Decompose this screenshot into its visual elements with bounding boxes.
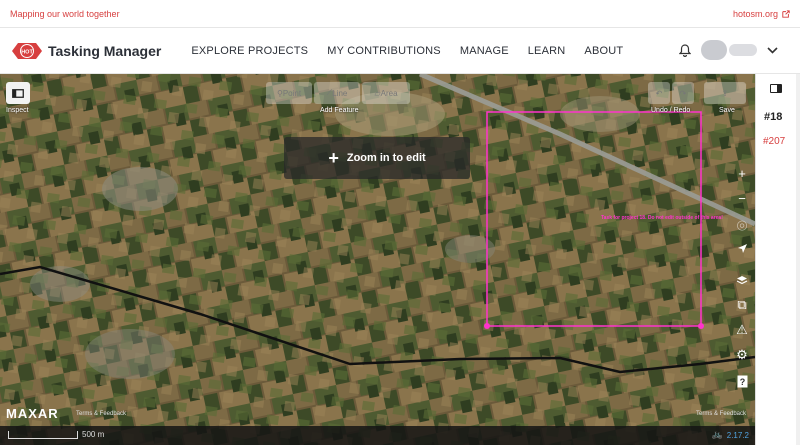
geolocate-button[interactable] xyxy=(731,237,753,259)
issues-button[interactable]: ⚠ xyxy=(731,319,753,341)
nav-manage[interactable]: MANAGE xyxy=(460,45,509,57)
undo-redo-label: Undo / Redo xyxy=(651,107,691,114)
redo-icon: ↷ xyxy=(679,88,687,98)
save-button[interactable]: ⇪ xyxy=(704,82,746,104)
redo-button[interactable]: ↷ xyxy=(672,82,694,104)
line-tool-label: Line xyxy=(332,88,348,98)
nav-my-contributions[interactable]: MY CONTRIBUTIONS xyxy=(327,45,441,57)
project-id: #18 xyxy=(764,111,783,123)
warning-icon: ⚠ xyxy=(736,322,748,337)
task-id[interactable]: #207 xyxy=(763,136,785,147)
sidebar-toggle-icon[interactable] xyxy=(770,84,782,93)
satellite-imagery xyxy=(0,74,755,445)
contributors-icon: 🚲 xyxy=(711,429,723,439)
username-blurred xyxy=(729,44,757,56)
external-link-icon xyxy=(782,9,790,18)
hot-logo-icon: HOT xyxy=(12,42,42,59)
zoom-in-to-edit-button[interactable]: + Zoom in to edit xyxy=(284,137,470,179)
plus-icon: + xyxy=(738,165,746,181)
hotosm-link[interactable]: hotosm.org xyxy=(733,9,790,19)
top-strip: Mapping our world together hotosm.org xyxy=(0,0,800,28)
zoom-in-to-edit-label: Zoom in to edit xyxy=(346,152,426,164)
user-area xyxy=(679,40,778,60)
user-gear-icon: ⚙ xyxy=(736,347,748,362)
version-label[interactable]: 2.17.2 xyxy=(727,431,749,440)
point-tool-label: Point xyxy=(282,88,302,98)
area-tool-label: Area xyxy=(380,88,398,98)
nav-about[interactable]: ABOUT xyxy=(584,45,623,57)
inspect-button[interactable] xyxy=(6,82,30,104)
terms-feedback-left[interactable]: Terms & Feedback xyxy=(76,411,126,417)
zoom-to-selection-button[interactable]: ◎ xyxy=(731,214,753,236)
help-icon: ? xyxy=(737,375,747,387)
scale-label: 500 m xyxy=(82,430,105,439)
logo-text: HOT xyxy=(21,49,33,55)
scale-bar[interactable] xyxy=(8,431,78,439)
map-data-button[interactable]: ⧉ xyxy=(731,294,753,316)
hotosm-link-label: hotosm.org xyxy=(732,8,778,19)
help-button[interactable]: ? xyxy=(731,370,753,392)
save-label: Save xyxy=(719,107,735,114)
task-area-label: Task for project 18. Do not edit outside… xyxy=(601,215,723,221)
inspect-panel-icon xyxy=(12,88,24,98)
map-data-icon: ⧉ xyxy=(737,297,747,312)
task-sidebar: #18 #207 xyxy=(755,74,800,445)
point-tool-button[interactable]: ⚲ Point xyxy=(266,82,312,104)
app-title: Tasking Manager xyxy=(48,42,162,59)
area-tool-button[interactable]: ▱ Area xyxy=(362,82,410,104)
plus-icon: + xyxy=(328,147,339,168)
avatar[interactable] xyxy=(701,40,727,60)
minus-icon: − xyxy=(738,190,746,206)
nav-learn[interactable]: LEARN xyxy=(528,45,566,57)
main-nav: EXPLORE PROJECTS MY CONTRIBUTIONS MANAGE… xyxy=(191,45,623,57)
terms-feedback-right[interactable]: Terms & Feedback xyxy=(696,411,746,417)
zoom-out-button[interactable]: − xyxy=(731,187,753,209)
add-feature-label: Add Feature xyxy=(320,107,359,114)
main-header: HOT Tasking Manager EXPLORE PROJECTS MY … xyxy=(0,28,800,74)
background-layers-button[interactable] xyxy=(731,269,753,291)
layers-icon xyxy=(736,275,748,284)
preferences-button[interactable]: ⚙ xyxy=(731,344,753,366)
location-arrow-icon xyxy=(737,243,747,253)
page-scrollbar[interactable] xyxy=(796,74,800,445)
tagline: Mapping our world together xyxy=(10,8,120,19)
undo-icon: ↶ xyxy=(655,88,663,98)
line-tool-button[interactable]: ⟋ Line xyxy=(314,82,360,104)
bell-icon[interactable] xyxy=(679,43,691,57)
target-icon: ◎ xyxy=(736,217,748,232)
maxar-logo: MAXAR xyxy=(6,406,59,421)
logo-link[interactable]: HOT Tasking Manager xyxy=(12,41,161,61)
upload-icon: ⇪ xyxy=(721,88,729,98)
undo-button[interactable]: ↶ xyxy=(648,82,670,104)
chevron-down-icon[interactable] xyxy=(767,46,778,54)
inspect-label: Inspect xyxy=(6,107,29,114)
zoom-in-button[interactable]: + xyxy=(731,162,753,184)
svg-text:?: ? xyxy=(739,377,745,387)
map-footer: 500 m 🚲 2.17.2 xyxy=(0,426,755,445)
map-canvas[interactable]: Inspect ⚲ Point ⟋ Line ▱ Area Add Featur… xyxy=(0,74,755,445)
nav-explore-projects[interactable]: EXPLORE PROJECTS xyxy=(191,45,308,57)
